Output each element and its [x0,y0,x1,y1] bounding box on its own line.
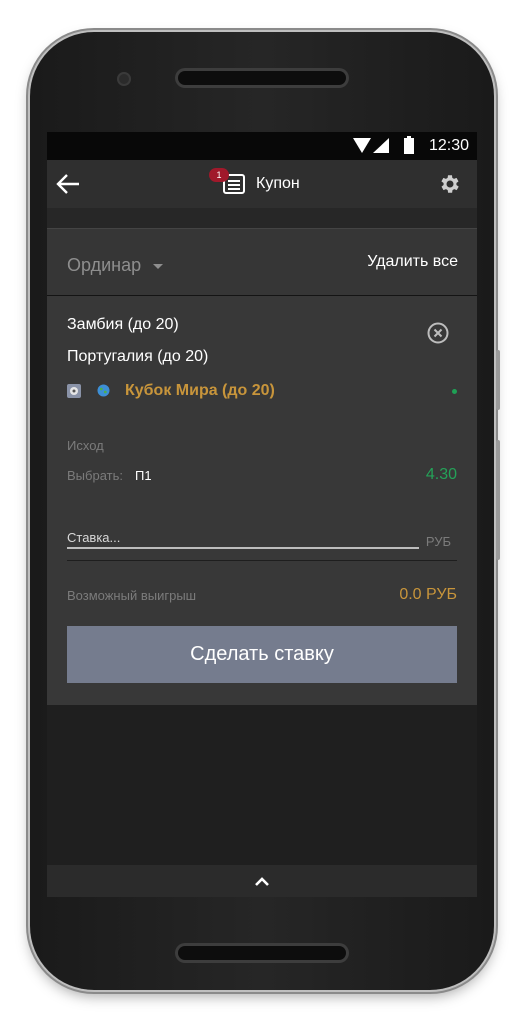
stake-currency: РУБ [425,534,451,549]
volume-button [496,350,500,410]
odds-value: 4.30 [425,466,457,483]
page-title: Купон [256,175,300,192]
possible-win-value: 0.0 РУБ [399,586,457,603]
bet-type-panel: Ординар Удалить все [47,228,477,296]
ball-icon [70,387,78,395]
bottom-bar[interactable] [47,865,477,897]
app-bar: 1 Купон [47,160,477,208]
app-screen: 12:30 1 Купон Ординар Удалить все Замбия… [47,132,477,897]
signal-icon [373,138,389,153]
status-bar: 12:30 [47,132,477,160]
close-icon[interactable] [427,322,449,344]
bottom-speaker [178,946,346,960]
top-speaker [178,71,346,85]
divider [67,560,457,561]
team-2: Португалия (до 20) [67,348,209,365]
front-camera [117,72,131,86]
outcome-label: Исход [67,438,104,453]
bet-type-dropdown[interactable]: Ординар [67,255,141,276]
wifi-icon [353,138,371,153]
app-bar-shadow [47,208,477,228]
power-button [496,440,500,560]
possible-win-label: Возможный выигрыш [67,588,197,603]
pick-value: П1 [135,468,152,483]
arrow-left-icon[interactable] [55,172,81,196]
delete-all-button[interactable]: Удалить все [367,253,458,271]
tournament-name[interactable]: Кубок Мира (до 20) [125,382,275,400]
football-icon [67,384,81,398]
pick-label: Выбрать: [67,468,123,483]
make-bet-button[interactable]: Сделать ставку [67,626,457,683]
gear-icon[interactable] [437,172,461,196]
battery-icon [404,136,414,154]
coupon-count-badge: 1 [209,168,229,182]
status-time: 12:30 [428,137,469,154]
chevron-down-icon[interactable] [153,264,163,269]
live-indicator [452,389,457,394]
chevron-up-icon[interactable] [254,875,270,887]
bet-card: Замбия (до 20) Португалия (до 20) Кубок … [47,296,477,705]
team-1: Замбия (до 20) [67,316,179,333]
stake-input[interactable] [67,527,419,549]
globe-icon [97,384,110,397]
